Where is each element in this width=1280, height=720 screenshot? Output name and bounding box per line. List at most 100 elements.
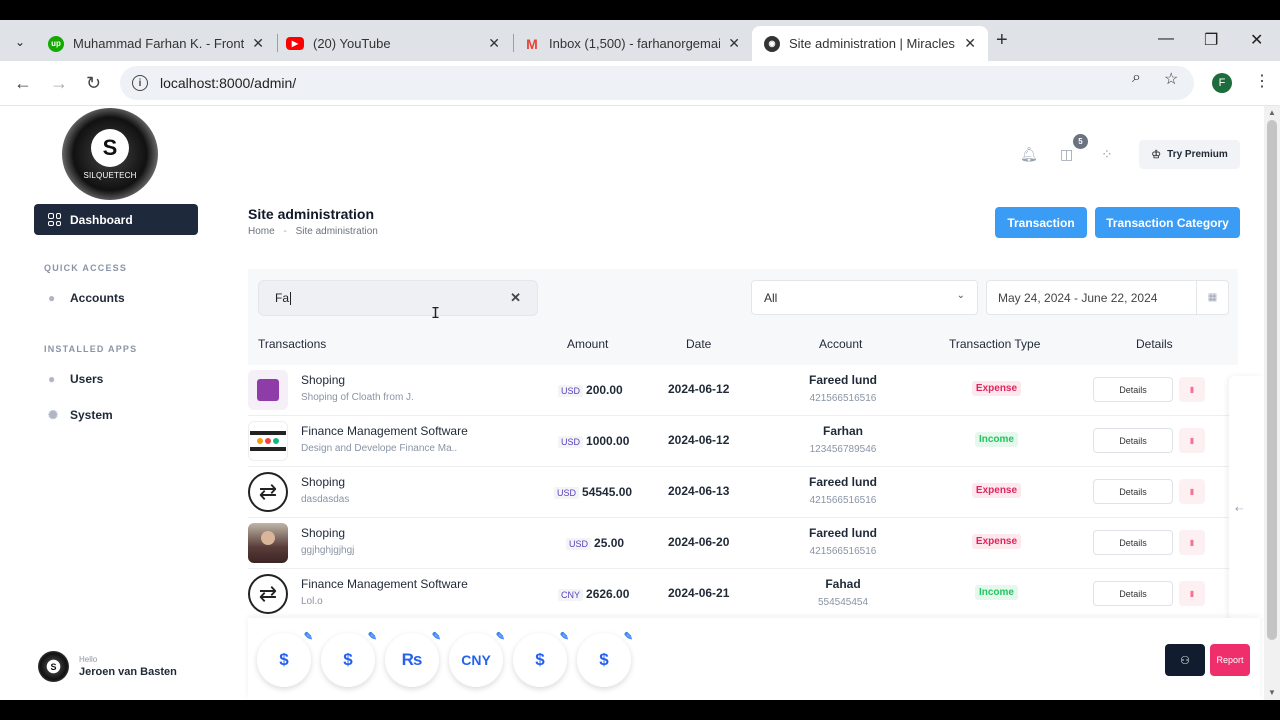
edit-pencil-icon[interactable]: ✎ (304, 630, 313, 643)
edit-pencil-icon[interactable]: ✎ (368, 630, 377, 643)
row-desc: ggjhghjgjhgj (301, 545, 355, 556)
avatar: S (38, 651, 69, 682)
side-drawer[interactable]: ⇠ (1229, 376, 1264, 619)
currency-wallet[interactable]: $ ✎ (321, 630, 377, 687)
row-date: 2024-06-20 (668, 535, 730, 549)
browser-tab-upwork[interactable]: up Muhammad Farhan K. - Front E ✕ (36, 26, 276, 61)
edit-pencil-icon[interactable]: ✎ (496, 630, 505, 643)
transaction-button[interactable]: Transaction (995, 207, 1087, 238)
delete-icon[interactable]: ▮ (1179, 581, 1205, 606)
currency-wallet[interactable]: CNY ✎ (449, 630, 505, 687)
scroll-up-icon[interactable]: ▲ (1268, 108, 1276, 117)
report-button[interactable]: Report (1210, 644, 1250, 676)
row-amount: USD 54545.00 (554, 485, 632, 499)
row-type: Expense (948, 381, 1045, 396)
window-close-icon[interactable]: ✕ (1250, 30, 1263, 50)
forward-icon[interactable]: → (50, 73, 68, 94)
sidebar-item-label: Dashboard (70, 212, 133, 227)
chat-icon[interactable]: ◫ (1060, 146, 1073, 163)
bell-icon[interactable]: 🔔︎ (1020, 146, 1038, 163)
users-icon: ● (48, 372, 56, 386)
currency-wallet[interactable]: ₨ ✎ (385, 630, 441, 687)
delete-icon[interactable]: ▮ (1179, 479, 1205, 504)
apps-icon[interactable]: ⁘ (1101, 146, 1113, 163)
scroll-down-icon[interactable]: ▼ (1268, 688, 1276, 697)
scroll-thumb[interactable] (1267, 120, 1277, 640)
site-info-icon[interactable]: i (132, 75, 148, 91)
delete-icon[interactable]: ▮ (1179, 428, 1205, 453)
details-button[interactable]: Details (1093, 428, 1173, 453)
sidebar-item-dashboard[interactable]: Dashboard (34, 204, 198, 235)
currency-code: USD (554, 487, 580, 499)
minimize-icon[interactable]: — (1158, 30, 1174, 48)
row-account-no: 421566516516 (809, 495, 877, 506)
zoom-icon[interactable]: ⌕ (1132, 69, 1141, 87)
breadcrumb-home[interactable]: Home (248, 226, 275, 237)
page-scrollbar[interactable]: ▲ ▼ (1264, 106, 1280, 700)
profile-avatar[interactable]: F (1212, 73, 1232, 93)
user-profile[interactable]: S Hello Jeroen van Basten (38, 651, 177, 682)
date-range-field[interactable]: May 24, 2024 - June 22, 2024 ▦ (986, 280, 1229, 315)
row-desc: Shoping of Cloath from J. (301, 392, 414, 403)
col-transactions: Transactions (258, 337, 327, 351)
amount-value: 2626.00 (586, 587, 630, 601)
search-input[interactable]: Fa ✕ (258, 280, 538, 316)
currency-wallet[interactable]: $ ✎ (513, 630, 569, 687)
delete-icon[interactable]: ▮ (1179, 530, 1205, 555)
calendar-icon[interactable]: ▦ (1196, 281, 1228, 314)
reload-icon[interactable]: ↻ (86, 73, 101, 94)
table-row[interactable]: Shoping Shoping of Cloath from J. USD 200… (248, 365, 1238, 416)
browser-tab-gmail[interactable]: M Inbox (1,500) - farhanorgemail1 ✕ (512, 26, 752, 61)
sidebar-item-system[interactable]: ✺ System (48, 408, 113, 422)
details-button[interactable]: Details (1093, 377, 1173, 402)
row-account: Fareed lund (808, 373, 877, 387)
browser-menu-icon[interactable]: ⋮ (1254, 71, 1270, 91)
transfer-icon: ⇄ (248, 472, 288, 512)
row-account: Fareed lund (808, 526, 877, 540)
brand-logo[interactable]: S SILQUETECH (62, 108, 158, 200)
address-bar[interactable]: i localhost:8000/admin/ (120, 66, 1194, 100)
currency-wallet[interactable]: $ ✎ (577, 630, 633, 687)
logo-mark-icon: S (91, 128, 129, 167)
transaction-type-select[interactable]: All ⌄ (751, 280, 978, 315)
tab-search-icon[interactable]: ⌄ (8, 30, 32, 54)
edit-pencil-icon[interactable]: ✎ (560, 630, 569, 643)
table-row[interactable]: Finance Management Software Design and D… (248, 416, 1238, 467)
table-row[interactable]: ⇄ Shoping dasdasdas USD 54545.00 2024-06-… (248, 467, 1238, 518)
section-label-installed-apps: INSTALLED APPS (44, 344, 138, 354)
details-button[interactable]: Details (1093, 479, 1173, 504)
back-icon[interactable]: ← (14, 73, 32, 94)
row-desc: Lol.o (301, 596, 323, 607)
browser-tab-youtube[interactable]: ▶ (20) YouTube ✕ (274, 26, 512, 61)
transaction-category-button[interactable]: Transaction Category (1095, 207, 1240, 238)
sidebar-item-label: Users (70, 372, 104, 386)
browser-tab-site-admin[interactable]: ◉ Site administration | Miracles O ✕ (752, 26, 988, 61)
table-row[interactable]: ⇄ Finance Management Software Lol.o CNY 2… (248, 569, 1238, 620)
delete-icon[interactable]: ▮ (1179, 377, 1205, 402)
clear-search-icon[interactable]: ✕ (510, 290, 521, 306)
currency-symbol: ₨ (401, 650, 423, 669)
table-row[interactable]: Shoping ggjhghjgjhgj USD 25.00 2024-06-20… (248, 518, 1238, 569)
row-name: Shoping (301, 475, 346, 489)
arrow-left-icon[interactable]: ⇠ (1235, 504, 1243, 515)
restore-icon[interactable]: ❐ (1204, 30, 1218, 50)
col-date: Date (686, 337, 712, 351)
close-tab-icon[interactable]: ✕ (252, 35, 264, 52)
close-tab-icon[interactable]: ✕ (728, 35, 740, 52)
currency-wallet[interactable]: $ ✎ (257, 630, 313, 687)
new-tab-icon[interactable]: + (996, 29, 1008, 52)
row-date: 2024-06-12 (668, 382, 730, 396)
breadcrumb-current: Site administration (295, 226, 378, 237)
row-date: 2024-06-12 (668, 433, 730, 447)
details-button[interactable]: Details (1093, 530, 1173, 555)
edit-pencil-icon[interactable]: ✎ (624, 630, 633, 643)
bookmark-star-icon[interactable]: ☆ (1164, 69, 1178, 89)
details-button[interactable]: Details (1093, 581, 1173, 606)
sidebar-item-accounts[interactable]: ● Accounts (48, 291, 125, 305)
close-tab-icon[interactable]: ✕ (488, 35, 500, 52)
edit-pencil-icon[interactable]: ✎ (432, 630, 441, 643)
try-premium-button[interactable]: ♔ Try Premium (1139, 140, 1240, 169)
close-tab-icon[interactable]: ✕ (964, 35, 976, 52)
sidebar-item-users[interactable]: ● Users (48, 372, 103, 386)
add-user-button[interactable]: ⚇ (1165, 644, 1205, 676)
